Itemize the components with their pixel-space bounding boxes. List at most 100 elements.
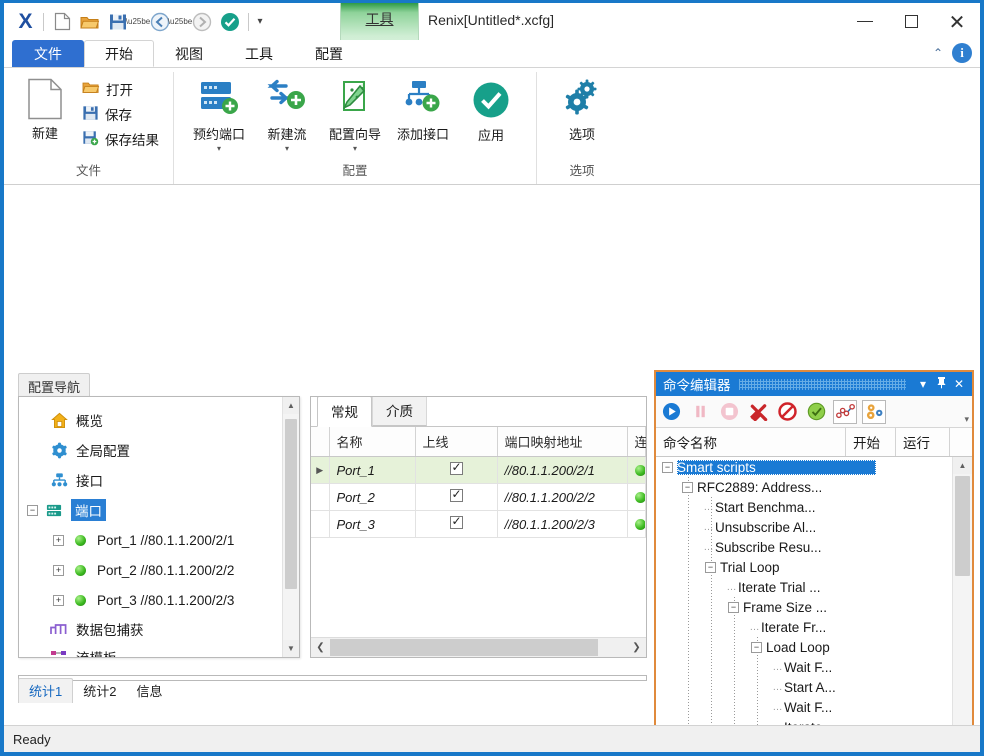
tree-item-stream-template[interactable]: 流模板 [27,643,297,657]
scroll-right-icon[interactable]: ❯ [627,642,646,653]
scroll-up-icon[interactable]: ▲ [953,457,972,474]
enable-icon[interactable] [804,400,828,424]
tree-item-global-config[interactable]: 全局配置 [27,435,297,465]
tab-config[interactable]: 配置 [294,40,364,67]
cmd-item-iterate-trial[interactable]: … Iterate Trial ... [656,577,972,597]
cmd-item-subscribe-results[interactable]: … Subscribe Resu... [656,537,972,557]
cmd-item-wait-for-2[interactable]: … Wait F... [656,697,972,717]
scroll-left-icon[interactable]: ❮ [311,642,330,653]
online-checkbox[interactable] [449,460,463,475]
scrollbar-track[interactable] [330,638,627,657]
bottom-tab-stat2[interactable]: 统计2 [73,679,126,703]
apply-button[interactable]: 应用 [460,76,522,146]
tree-item-interface[interactable]: 接口 [27,465,297,495]
scrollbar-thumb[interactable] [955,476,970,576]
cmd-item-frame-size[interactable]: − Frame Size ... [656,597,972,617]
expand-expander-icon[interactable]: + [53,534,64,546]
col-start[interactable]: 开始 [846,428,896,456]
minimize-button[interactable] [842,3,888,40]
tree-item-port-1[interactable]: + Port_1 //80.1.1.200/2/1 [27,525,297,555]
save-button[interactable]: 保存 [78,103,163,125]
toolbar-overflow-icon[interactable]: ▾ [964,414,969,425]
chart-icon[interactable] [833,399,857,424]
bottom-tab-info[interactable]: 信息 [126,679,172,703]
tree-item-ports[interactable]: − 端口 [27,495,297,525]
cmd-item-unsubscribe-all[interactable]: … Unsubscribe Al... [656,517,972,537]
save-dropdown-caret-icon[interactable]: \u25be [126,9,150,35]
cell-online[interactable] [415,510,498,538]
col-map-address[interactable]: 端口映射地址 [497,427,628,457]
customize-qat-icon[interactable]: ▾ [254,9,268,35]
table-row[interactable]: Port_2 //80.1.1.200/2/2 Up [311,483,646,511]
nav-panel-vertical-scrollbar[interactable]: ▲ ▼ [282,397,299,657]
cmd-item-smart-scripts[interactable]: − Smart scripts [656,457,972,477]
scrollbar-thumb[interactable] [285,419,297,589]
port-table-horizontal-scrollbar[interactable]: ❮ ❯ [311,637,646,657]
online-checkbox[interactable] [449,514,463,529]
tab-general[interactable]: 常规 [317,397,372,427]
bottom-tab-stat1[interactable]: 统计1 [18,678,74,703]
config-wizard-caret-icon[interactable]: ▾ [353,144,357,153]
redo-icon[interactable] [189,9,215,35]
maximize-button[interactable] [888,3,934,40]
cmd-item-iterate-frame[interactable]: … Iterate Fr... [656,617,972,637]
cell-online[interactable] [415,456,498,484]
new-stream-button[interactable]: 新建流 ▾ [256,76,318,155]
new-doc-icon[interactable] [49,9,75,35]
cmd-item-load-loop[interactable]: − Load Loop [656,637,972,657]
new-button[interactable]: 新建 [14,76,76,144]
tree-item-port-3[interactable]: + Port_3 //80.1.1.200/2/3 [27,585,297,615]
help-info-icon[interactable]: i [952,43,972,63]
reserve-port-button[interactable]: 预约端口 ▾ [188,76,250,155]
tree-item-overview[interactable]: 概览 [27,405,297,435]
scroll-down-icon[interactable]: ▼ [283,640,299,657]
close-icon[interactable]: ✕ [950,377,968,391]
col-run[interactable]: 运行 [896,428,950,456]
panel-menu-icon[interactable]: ▾ [914,377,932,391]
run-icon[interactable] [659,400,683,424]
expand-expander-icon[interactable]: + [53,594,64,606]
tab-tools[interactable]: 工具 [224,40,294,67]
command-tree-vertical-scrollbar[interactable]: ▲ ▼ [952,457,972,725]
open-button[interactable]: 打开 [78,78,163,100]
collapse-ribbon-icon[interactable]: ⌃ [933,46,943,60]
collapse-expander-icon[interactable]: − [751,641,762,653]
collapse-expander-icon[interactable]: − [27,504,38,516]
reserve-port-caret-icon[interactable]: ▾ [217,144,221,153]
disable-icon[interactable] [775,400,799,424]
cmd-item-trial-loop[interactable]: − Trial Loop [656,557,972,577]
undo-dropdown-caret-icon[interactable]: \u25be [168,9,192,35]
cell-online[interactable] [415,483,498,511]
col-name[interactable]: 名称 [329,427,416,457]
apply-check-icon[interactable] [217,9,243,35]
tree-item-port-2[interactable]: + Port_2 //80.1.1.200/2/2 [27,555,297,585]
config-wizard-button[interactable]: 配置向导 ▾ [324,76,386,155]
open-folder-icon[interactable] [77,9,103,35]
scroll-up-icon[interactable]: ▲ [283,397,299,414]
cmd-item-rfc2889[interactable]: − RFC2889: Address... [656,477,972,497]
delete-icon[interactable] [746,400,770,424]
scrollbar-thumb[interactable] [330,639,598,656]
tree-item-packet-capture[interactable]: 数据包捕获 [27,615,297,643]
table-row[interactable]: Port_3 //80.1.1.200/2/3 Up [311,510,646,538]
settings-icon[interactable] [862,399,886,424]
cmd-item-start-benchmark[interactable]: … Start Benchma... [656,497,972,517]
collapse-expander-icon[interactable]: − [705,561,716,573]
cmd-item-wait-for-1[interactable]: … Wait F... [656,657,972,677]
collapse-expander-icon[interactable]: − [662,461,673,473]
cmd-item-start-all[interactable]: … Start A... [656,677,972,697]
tab-medium[interactable]: 介质 [372,397,427,426]
pin-icon[interactable] [932,376,950,392]
options-button[interactable]: 选项 [551,76,613,145]
table-row[interactable]: ▶ Port_1 //80.1.1.200/2/1 Up [311,456,646,484]
collapse-expander-icon[interactable]: − [682,481,693,493]
save-results-button[interactable]: 保存结果 [78,128,163,150]
new-stream-caret-icon[interactable]: ▾ [285,144,289,153]
col-online[interactable]: 上线 [415,427,498,457]
add-interface-button[interactable]: 添加接口 [392,76,454,145]
online-checkbox[interactable] [449,487,463,502]
collapse-expander-icon[interactable]: − [728,601,739,613]
cmd-item-iterate[interactable]: … Iterate... [656,717,972,726]
col-link-status[interactable]: 连接状态 [627,427,646,457]
tab-home[interactable]: 开始 [84,40,154,67]
